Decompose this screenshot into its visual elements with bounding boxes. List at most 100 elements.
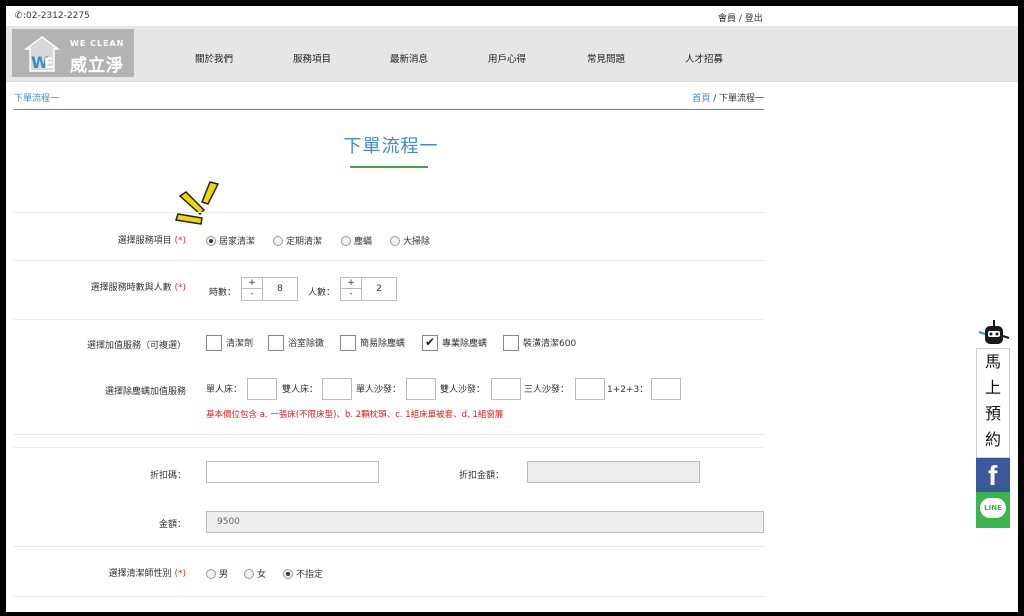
amount-label: 金額：	[158, 520, 186, 530]
facebook-icon: f	[988, 460, 998, 491]
radio-icon	[244, 569, 254, 579]
breadcrumb-current: 下單流程一	[718, 94, 764, 104]
page-title: 下單流程一	[343, 136, 439, 157]
nav-about[interactable]: 關於我們	[195, 51, 233, 65]
checkbox-icon	[206, 335, 222, 351]
nav-services[interactable]: 服務項目	[293, 51, 331, 65]
single-bed-input[interactable]	[247, 378, 277, 400]
addon-detergent[interactable]: 清潔劑	[206, 335, 253, 351]
logo-chinese: 威立淨	[70, 56, 124, 76]
addon-renovation-clean[interactable]: 裝潢清潔600	[503, 335, 576, 351]
hours-minus-button[interactable]: -	[242, 289, 262, 300]
book-now-button[interactable]: 馬 上 預 約	[976, 348, 1010, 458]
title-underline	[350, 166, 428, 168]
double-bed-label: 雙人床：	[282, 385, 319, 395]
hours-value[interactable]: 8	[262, 277, 298, 301]
hours-label: 選擇服務時數與人數 (*)	[6, 280, 186, 293]
logo-english: WE CLEAN	[70, 39, 125, 48]
gender-option-label: 女	[257, 570, 267, 580]
gender-option-female[interactable]: 女	[244, 567, 266, 580]
phone-icon: ✆	[14, 11, 23, 21]
checkbox-icon	[503, 335, 519, 351]
people-value[interactable]: 2	[361, 277, 397, 301]
people-minus-button[interactable]: -	[341, 289, 361, 300]
double-bed-input[interactable]	[322, 378, 352, 400]
gender-option-any[interactable]: 不指定	[283, 567, 323, 580]
addon-bathroom-mold[interactable]: 浴室除黴	[268, 335, 324, 351]
top-bar: ✆:02-2312-2275 會員 / 登出	[6, 6, 1018, 26]
radio-selected-icon	[283, 569, 293, 579]
service-option-home[interactable]: 居家清潔	[206, 234, 255, 247]
nav-reviews[interactable]: 用戶心得	[488, 51, 526, 65]
hours-plus-button[interactable]: +	[242, 278, 262, 289]
breadcrumb-sep: /	[710, 94, 719, 104]
attention-marks-icon	[175, 181, 220, 225]
triple-sofa-label: 三人沙發：	[524, 385, 570, 395]
amount-value: 9500	[217, 517, 240, 527]
book-char: 馬	[984, 352, 1001, 371]
divider	[14, 546, 764, 547]
robot-mascot-icon	[978, 320, 1010, 344]
site-header: W E WE CLEAN 威立淨 關於我們 服務項目 最新消息 用戶心得 常見問…	[6, 26, 1018, 82]
radio-icon	[390, 236, 400, 246]
gender-label: 選擇清潔師性別 (*)	[6, 566, 186, 579]
addon-simple-mite[interactable]: 簡易除塵螨	[340, 335, 405, 351]
mite-price-note: 基本價位包含 a. 一張床(不限床型)、b. 2顆枕頭、c. 1組床單被套、d.…	[206, 410, 504, 420]
stepper-buttons: + -	[340, 277, 362, 301]
people-plus-button[interactable]: +	[341, 278, 361, 289]
double-sofa-label: 雙人沙發：	[440, 385, 486, 395]
facebook-button[interactable]: f	[976, 458, 1010, 492]
single-sofa-input[interactable]	[406, 378, 436, 400]
gender-option-label: 男	[219, 570, 229, 580]
divider	[14, 319, 764, 320]
service-label: 選擇服務項目 (*)	[6, 233, 186, 246]
radio-icon	[273, 236, 283, 246]
single-sofa-label: 單人沙發：	[356, 385, 402, 395]
single-bed-label: 單人床：	[206, 385, 243, 395]
checkbox-icon	[340, 335, 356, 351]
book-char: 上	[984, 378, 1001, 397]
triple-sofa-input[interactable]	[575, 378, 605, 400]
svg-text:E: E	[44, 56, 54, 72]
gender-option-male[interactable]: 男	[206, 567, 228, 580]
addon-label: 裝潢清潔600	[523, 339, 577, 349]
addon-pro-mite[interactable]: 專業除塵螨	[422, 335, 487, 351]
house-logo-icon: W E	[24, 36, 60, 72]
breadcrumb-home-link[interactable]: 首頁	[692, 94, 710, 104]
book-char: 預	[984, 404, 1001, 423]
nav-faq[interactable]: 常見問題	[587, 51, 625, 65]
service-option-label: 塵蟎	[354, 237, 373, 247]
required-mark: (*)	[174, 569, 186, 579]
member-link[interactable]: 會員	[718, 14, 736, 24]
double-sofa-input[interactable]	[491, 378, 521, 400]
line-button[interactable]: LINE	[976, 492, 1010, 528]
book-char: 約	[984, 430, 1001, 449]
site-logo[interactable]: W E WE CLEAN 威立淨	[12, 29, 134, 77]
addon-label: 專業除塵螨	[442, 339, 488, 349]
addon-label: 浴室除黴	[288, 339, 325, 349]
page-viewport: ✆:02-2312-2275 會員 / 登出 W E WE CLEAN 威立淨 …	[6, 6, 1018, 612]
nav-news[interactable]: 最新消息	[390, 51, 428, 65]
people-count-label: 人數：	[308, 288, 336, 298]
combo-sofa-input[interactable]	[651, 378, 681, 400]
discount-code-input[interactable]	[206, 461, 379, 483]
service-option-label: 大掃除	[403, 237, 431, 247]
hours-label-text: 選擇服務時數與人數	[90, 283, 172, 293]
addon-label: 清潔劑	[226, 339, 254, 349]
radio-selected-icon	[206, 236, 216, 246]
service-option-label: 居家清潔	[219, 237, 256, 247]
logout-link[interactable]: 登出	[745, 14, 763, 24]
amount-field: 9500	[206, 511, 764, 533]
hours-count-label: 時數：	[209, 288, 237, 298]
divider	[14, 447, 764, 448]
service-label-text: 選擇服務項目	[117, 236, 172, 246]
phone-number: ✆:02-2312-2275	[14, 11, 90, 21]
service-option-mite[interactable]: 塵蟎	[341, 234, 372, 247]
required-mark: (*)	[174, 283, 186, 293]
service-option-regular[interactable]: 定期清潔	[273, 234, 322, 247]
member-links: 會員 / 登出	[718, 11, 763, 24]
divider	[14, 260, 764, 261]
nav-careers[interactable]: 人才招募	[685, 51, 723, 65]
service-option-big-clean[interactable]: 大掃除	[390, 234, 430, 247]
discount-code-label: 折扣碼：	[149, 471, 186, 481]
